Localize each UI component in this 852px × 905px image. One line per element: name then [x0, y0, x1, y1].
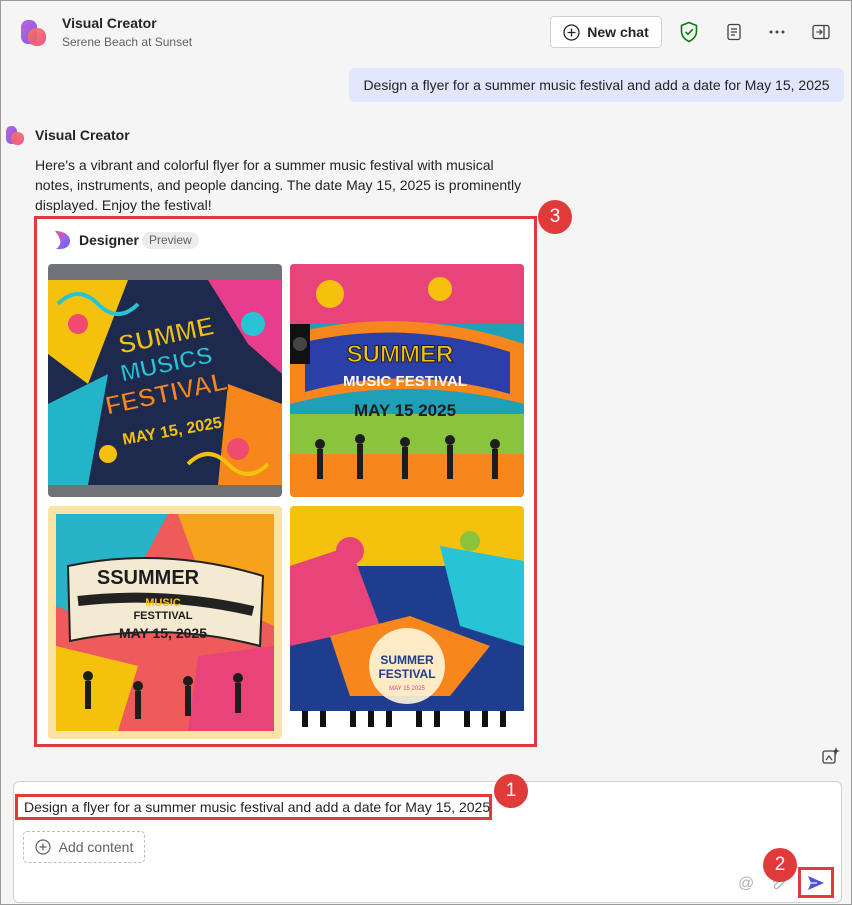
- bot-reply: Here's a vibrant and colorful flyer for …: [35, 157, 522, 213]
- send-icon: [808, 875, 824, 890]
- add-circle-icon: [563, 23, 580, 41]
- more-options-icon[interactable]: [766, 21, 788, 43]
- chat-header: Visual Creator Serene Beach at Sunset Ne…: [1, 1, 851, 65]
- image-4-date: MAY 15 2025: [389, 686, 425, 692]
- image-3-date: MAY 15, 2025: [119, 625, 207, 641]
- generated-image-3[interactable]: SSUMMER MUSIC FESTTIVAL MAY 15, 2025: [48, 506, 282, 739]
- app-title: Visual Creator: [62, 15, 157, 31]
- annotation-badge-3: 3: [538, 200, 572, 234]
- image-4-line1: SUMMER: [380, 653, 434, 667]
- shield-check-icon[interactable]: [678, 21, 700, 43]
- image-2-date: MAY 15 2025: [354, 401, 456, 420]
- app-subtitle: Serene Beach at Sunset: [62, 35, 193, 49]
- annotation-badge-1: 1: [494, 774, 528, 808]
- compose-box: Design a flyer for a summer music festiv…: [13, 781, 842, 903]
- bot-avatar-icon: [6, 126, 24, 145]
- annotation-badge-2: 2: [763, 848, 797, 882]
- bot-name: Visual Creator: [35, 127, 130, 143]
- add-content-label: Add content: [58, 839, 134, 855]
- visual-prompt-sparkle-icon[interactable]: [821, 746, 841, 766]
- new-chat-label: New chat: [587, 24, 649, 40]
- image-3-line3: FESTTIVAL: [133, 610, 192, 622]
- image-4-line2: FESTIVAL: [378, 667, 435, 681]
- generated-image-2[interactable]: SUMMER MUSIC FESTIVAL MAY 15 2025: [290, 264, 524, 497]
- preview-badge: Preview: [142, 232, 199, 249]
- generated-image-4[interactable]: SUMMER FESTIVAL MAY 15 2025: [290, 506, 524, 739]
- designer-name: Designer: [79, 232, 139, 248]
- visual-creator-logo-icon: [21, 20, 46, 46]
- image-2-line1: SUMMER: [347, 341, 454, 368]
- generated-image-1[interactable]: SUMME MUSICS FESTIVAL MAY 15, 2025: [48, 264, 282, 497]
- add-content-button[interactable]: Add content: [23, 831, 145, 863]
- user-message: Design a flyer for a summer music festiv…: [349, 68, 844, 102]
- notes-icon[interactable]: [723, 21, 745, 43]
- send-button[interactable]: [798, 867, 834, 898]
- image-3-line2: MUSIC: [145, 597, 181, 609]
- sidebar-toggle-icon[interactable]: [810, 21, 832, 43]
- image-2-line2: MUSIC FESTIVAL: [343, 373, 467, 390]
- message-input[interactable]: Design a flyer for a summer music festiv…: [15, 794, 492, 820]
- add-circle-icon: [35, 839, 51, 855]
- image-3-line1: SSUMMER: [97, 567, 200, 589]
- designer-logo-icon: [55, 231, 70, 250]
- designer-card: Designer Preview SUMME MUSICS FESTIVAL M…: [34, 216, 537, 747]
- mention-icon[interactable]: @: [738, 875, 754, 893]
- new-chat-button[interactable]: New chat: [550, 16, 662, 48]
